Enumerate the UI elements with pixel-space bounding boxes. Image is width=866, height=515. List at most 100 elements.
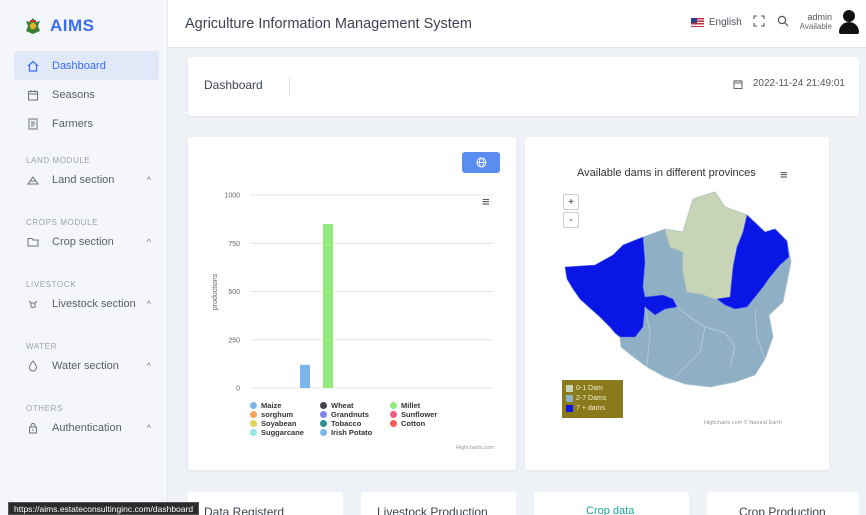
search-icon[interactable] bbox=[776, 15, 790, 30]
legend-label: Soyabean bbox=[261, 419, 297, 428]
section-heading-land: LAND MODULE bbox=[26, 156, 91, 165]
y-tick-label: 1000 bbox=[224, 193, 240, 200]
legend-label: Millet bbox=[401, 401, 421, 410]
card-title: Crop Production bbox=[739, 505, 826, 515]
legend-marker bbox=[320, 411, 327, 418]
legend-marker bbox=[320, 402, 327, 409]
legend-swatch bbox=[566, 404, 573, 412]
sidebar-item-farmers[interactable]: Farmers bbox=[14, 109, 159, 138]
legend-item[interactable]: Irish Potato bbox=[320, 428, 390, 437]
legend-marker bbox=[250, 429, 257, 436]
section-heading-water: WATER bbox=[26, 342, 57, 351]
sidebar-item-water-section[interactable]: Water section ^ bbox=[14, 351, 159, 380]
legend-label: Cotton bbox=[401, 419, 426, 428]
sidebar-item-label: Land section bbox=[52, 173, 115, 186]
chart-legend: Maize Wheat Millet sorghum Grandnuts Sunflowe… bbox=[250, 401, 460, 437]
dams-map-card: Available dams in different provinces ≡ … bbox=[525, 137, 829, 470]
sidebar-item-seasons[interactable]: Seasons bbox=[14, 80, 159, 109]
sidebar-item-land-section[interactable]: Land section ^ bbox=[14, 165, 159, 194]
zimbabwe-map bbox=[564, 191, 792, 388]
chevron-up-icon: ^ bbox=[146, 174, 151, 185]
home-icon bbox=[26, 59, 40, 73]
bar-millet[interactable] bbox=[323, 223, 333, 388]
legend-label: 2-7 Dams bbox=[576, 394, 607, 402]
sidebar-item-dashboard[interactable]: Dashboard bbox=[14, 51, 159, 80]
y-tick-label: 250 bbox=[228, 337, 240, 344]
sidebar-item-livestock-section[interactable]: Livestock section ^ bbox=[14, 289, 159, 318]
coat-of-arms-icon bbox=[26, 18, 40, 34]
legend-label: 7 + dams bbox=[576, 404, 605, 412]
legend-item[interactable]: Tobacco bbox=[320, 419, 390, 428]
breadcrumb-divider bbox=[289, 76, 290, 96]
legend-marker bbox=[320, 429, 327, 436]
data-registered-card: Data Registerd bbox=[188, 492, 343, 515]
legend-label: 0-1 Dam bbox=[576, 384, 603, 392]
legend-label: Irish Potato bbox=[331, 428, 373, 437]
legend-item: 0-1 Dam bbox=[566, 383, 619, 393]
legend-marker bbox=[250, 420, 257, 427]
sidebar-item-label: Authentication bbox=[52, 421, 122, 434]
datetime-value: 2022-11-24 21:49:01 bbox=[752, 78, 845, 89]
chevron-up-icon: ^ bbox=[146, 236, 151, 247]
brand[interactable]: AIMS bbox=[24, 16, 95, 36]
user-info: admin Available bbox=[800, 12, 832, 32]
card-title: Data Registerd bbox=[204, 505, 285, 515]
card-title: Crop data bbox=[586, 505, 635, 515]
legend-item[interactable]: Cotton bbox=[390, 419, 460, 428]
calendar-icon bbox=[26, 88, 40, 102]
legend-swatch bbox=[566, 384, 573, 392]
top-header: Agriculture Information Management Syste… bbox=[168, 0, 866, 48]
sidebar-item-label: Livestock section bbox=[52, 297, 136, 310]
legend-item[interactable]: Grandnuts bbox=[320, 410, 390, 419]
calendar-icon bbox=[733, 79, 743, 89]
legend-item[interactable]: Soyabean bbox=[250, 419, 320, 428]
legend-swatch bbox=[566, 394, 573, 402]
current-datetime: 2022-11-24 21:49:01 bbox=[733, 78, 845, 89]
legend-marker bbox=[320, 420, 327, 427]
sidebar-item-label: Dashboard bbox=[52, 59, 106, 72]
droplet-icon bbox=[26, 359, 40, 373]
legend-label: Wheat bbox=[331, 401, 354, 410]
legend-marker bbox=[250, 402, 257, 409]
land-icon bbox=[26, 173, 40, 187]
legend-item[interactable]: Suggarcane bbox=[250, 428, 320, 437]
sidebar-item-crop-section[interactable]: Crop section ^ bbox=[14, 227, 159, 256]
section-heading-livestock: LIVESTOCK bbox=[26, 280, 77, 289]
legend-item[interactable]: Wheat bbox=[320, 401, 390, 410]
language-selector[interactable]: English bbox=[690, 16, 742, 28]
header-actions: English admin Available bbox=[690, 10, 860, 34]
card-title: Livestock Production bbox=[377, 505, 488, 515]
legend-label: Maize bbox=[261, 401, 282, 410]
chart-credits[interactable]: Highcharts.com bbox=[456, 445, 494, 451]
legend-item[interactable]: Maize bbox=[250, 401, 320, 410]
bar-maize[interactable] bbox=[300, 364, 310, 388]
legend-marker bbox=[390, 411, 397, 418]
map-legend: 0-1 Dam 2-7 Dams 7 + dams bbox=[562, 380, 623, 418]
document-icon bbox=[26, 117, 40, 131]
legend-label: Suggarcane bbox=[261, 428, 304, 437]
chevron-up-icon: ^ bbox=[146, 298, 151, 309]
y-tick-label: 0 bbox=[236, 386, 240, 393]
fullscreen-icon[interactable] bbox=[752, 14, 766, 30]
sidebar-nav: Dashboard Seasons Farmers LAND MODULE La… bbox=[14, 51, 159, 442]
livestock-production-card: Livestock Production bbox=[361, 492, 516, 515]
crop-production-card: Crop Production bbox=[707, 492, 859, 515]
chevron-up-icon: ^ bbox=[146, 422, 151, 433]
language-label: English bbox=[708, 16, 742, 28]
legend-item[interactable]: Millet bbox=[390, 401, 460, 410]
legend-item[interactable]: sorghum bbox=[250, 410, 320, 419]
y-tick-label: 500 bbox=[228, 289, 240, 296]
map-credits[interactable]: Highcharts.com © Natural Earth bbox=[704, 420, 782, 426]
legend-marker bbox=[390, 420, 397, 427]
status-url: https://aims.estateconsultinginc.com/das… bbox=[8, 502, 200, 515]
legend-item: 2-7 Dams bbox=[566, 393, 619, 403]
sidebar: AIMS Dashboard Seasons Farmers LAND MODU… bbox=[0, 0, 168, 515]
sidebar-item-label: Farmers bbox=[52, 117, 93, 130]
user-menu[interactable]: admin Available bbox=[800, 10, 860, 34]
sidebar-item-authentication[interactable]: Authentication ^ bbox=[14, 413, 159, 442]
breadcrumb: Dashboard 2022-11-24 21:49:01 bbox=[188, 57, 859, 116]
us-flag-icon bbox=[690, 17, 704, 27]
production-chart-card: ≡ 0 250 500 750 1000 productions Maize Wheat Mi… bbox=[188, 137, 516, 470]
legend-item[interactable]: Sunflower bbox=[390, 410, 460, 419]
y-axis-label: productions bbox=[212, 273, 219, 310]
